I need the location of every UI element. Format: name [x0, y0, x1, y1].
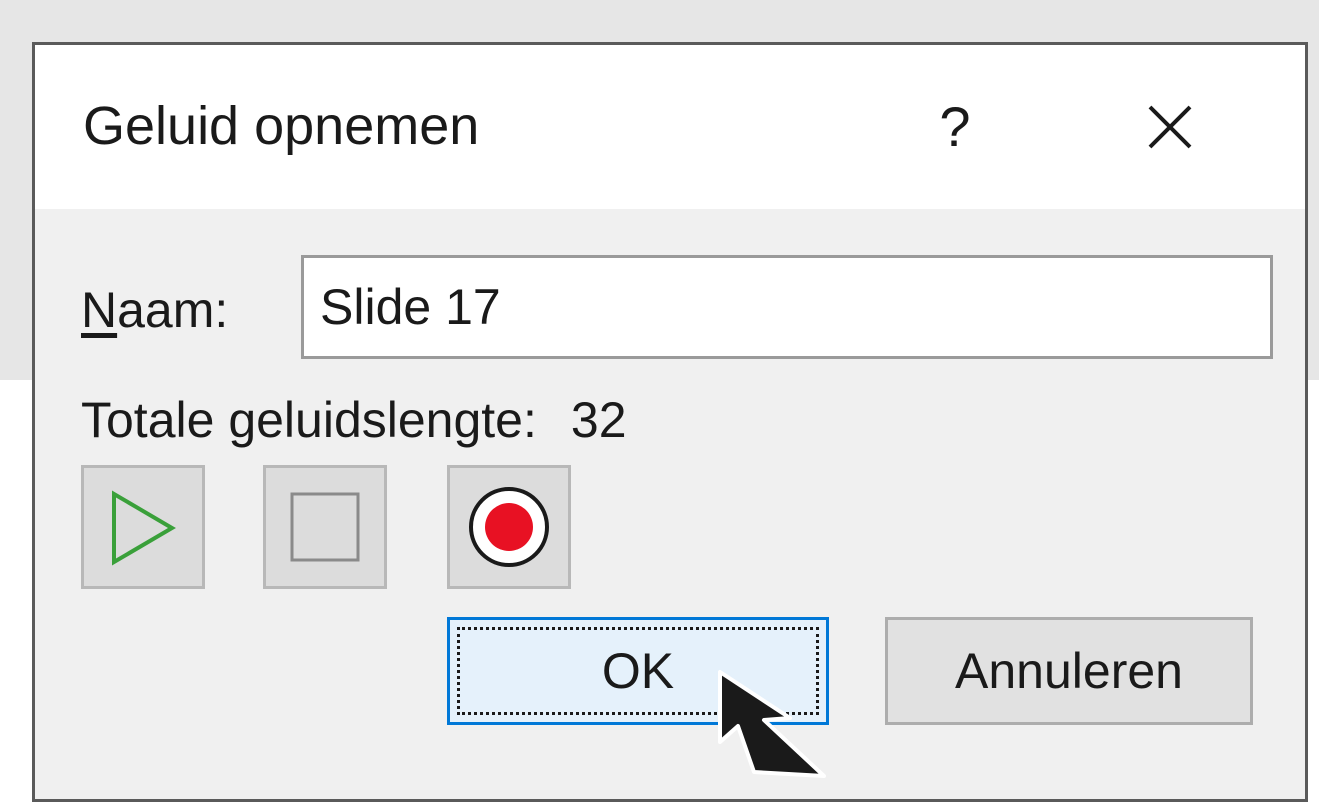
close-button[interactable] — [1125, 85, 1215, 169]
stop-icon — [290, 492, 360, 562]
sound-length-row: Totale geluidslengte: 32 — [81, 391, 627, 449]
name-input[interactable] — [301, 255, 1273, 359]
record-sound-dialog: Geluid opnemen ? Naam: Totale geluidslen… — [32, 42, 1308, 802]
dialog-titlebar: Geluid opnemen ? — [35, 45, 1305, 209]
cancel-button[interactable]: Annuleren — [885, 617, 1253, 725]
name-label: Naam: — [81, 281, 228, 339]
close-icon — [1148, 105, 1192, 149]
record-icon — [469, 487, 549, 567]
sound-length-label: Totale geluidslengte: — [81, 392, 537, 448]
ok-button[interactable]: OK — [447, 617, 829, 725]
name-label-text: aam: — [117, 282, 229, 338]
help-button[interactable]: ? — [915, 87, 995, 167]
play-button[interactable] — [81, 465, 205, 589]
name-label-accelerator: N — [81, 282, 118, 338]
ok-button-label: OK — [601, 643, 675, 699]
record-button[interactable] — [447, 465, 571, 589]
dialog-title: Geluid opnemen — [83, 96, 480, 156]
sound-length-value: 32 — [570, 392, 627, 448]
play-icon — [112, 490, 176, 566]
stop-button[interactable] — [263, 465, 387, 589]
